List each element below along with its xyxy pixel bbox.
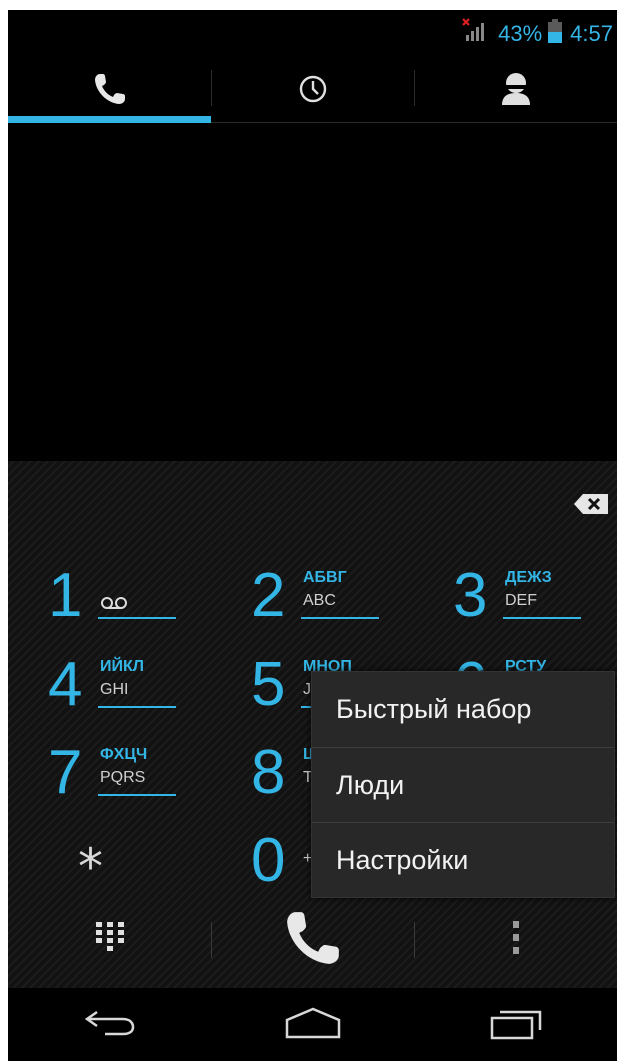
dialpad-toggle-button[interactable]	[8, 892, 211, 988]
phone-icon	[282, 907, 344, 973]
recent-apps-icon	[488, 1006, 544, 1044]
back-button[interactable]	[8, 988, 211, 1061]
key-digit: 4	[48, 650, 83, 719]
key-digit: 8	[251, 738, 286, 807]
key-underline	[98, 617, 176, 619]
phone-screen: 43% 4:57 1 2 АБВГ ABC 3 ДЕЖЗ DEF 4 ИЙКЛ …	[8, 10, 617, 1061]
key-digit: 0	[251, 826, 286, 895]
dialpad-key-7[interactable]: 7 ФХЦЧ PQRS	[8, 736, 198, 818]
clock-icon	[298, 74, 328, 108]
key-underline	[98, 706, 176, 708]
tab-recent[interactable]	[211, 60, 414, 122]
home-button[interactable]	[211, 988, 414, 1061]
voicemail-icon	[100, 595, 128, 614]
key-letters-ru: ДЕЖЗ	[505, 569, 552, 586]
key-digit: 5	[251, 650, 286, 719]
key-digit: 2	[251, 561, 286, 630]
key-letters-en: DEF	[505, 592, 537, 609]
status-bar: 43% 4:57	[8, 10, 617, 55]
key-letters-ru: ФХЦЧ	[100, 746, 148, 763]
tab-dialer[interactable]	[8, 60, 211, 123]
overflow-menu-button[interactable]	[414, 892, 617, 988]
menu-item-settings[interactable]: Настройки	[312, 822, 614, 897]
person-icon	[499, 71, 533, 111]
key-digit: 7	[48, 738, 83, 807]
no-signal-icon	[462, 18, 488, 50]
overflow-menu: Быстрый набор Люди Настройки	[311, 671, 615, 898]
dialpad-key-4[interactable]: 4 ИЙКЛ GHI	[8, 648, 198, 730]
phone-icon	[92, 71, 128, 111]
dialpad-icon	[95, 922, 124, 958]
menu-item-speed-dial[interactable]: Быстрый набор	[312, 672, 614, 747]
key-underline	[503, 617, 581, 619]
clock-time: 4:57	[570, 21, 613, 46]
key-letters-ru: АБВГ	[303, 569, 347, 586]
key-underline	[98, 794, 176, 796]
key-digit: *	[78, 838, 103, 896]
battery-percent: 43%	[498, 21, 543, 46]
status-icons: 43% 4:57	[462, 18, 613, 50]
key-digit: 1	[48, 561, 83, 630]
key-underline	[301, 617, 379, 619]
key-letters-en: PQRS	[100, 769, 146, 786]
key-letters-en: GHI	[100, 681, 129, 698]
home-icon	[283, 1006, 343, 1044]
key-digit: 3	[453, 561, 488, 630]
tab-contacts[interactable]	[414, 60, 617, 122]
key-letters-en: J	[303, 681, 311, 698]
battery-icon	[548, 19, 563, 49]
dialer-action-bar	[8, 892, 617, 988]
more-vertical-icon	[512, 921, 520, 959]
key-letters-en: ABC	[303, 592, 336, 609]
dialpad-key-2[interactable]: 2 АБВГ ABC	[211, 559, 401, 641]
dialpad-key-3[interactable]: 3 ДЕЖЗ DEF	[413, 559, 603, 641]
call-button[interactable]	[211, 892, 414, 988]
recent-apps-button[interactable]	[414, 988, 617, 1061]
navigation-bar	[8, 988, 617, 1061]
menu-item-people[interactable]: Люди	[312, 747, 614, 822]
dialpad-key-1[interactable]: 1	[8, 559, 198, 641]
backspace-icon[interactable]	[573, 493, 609, 519]
tab-bar	[8, 60, 617, 123]
key-letters-ru: ИЙКЛ	[100, 658, 144, 675]
back-icon	[83, 1008, 137, 1042]
